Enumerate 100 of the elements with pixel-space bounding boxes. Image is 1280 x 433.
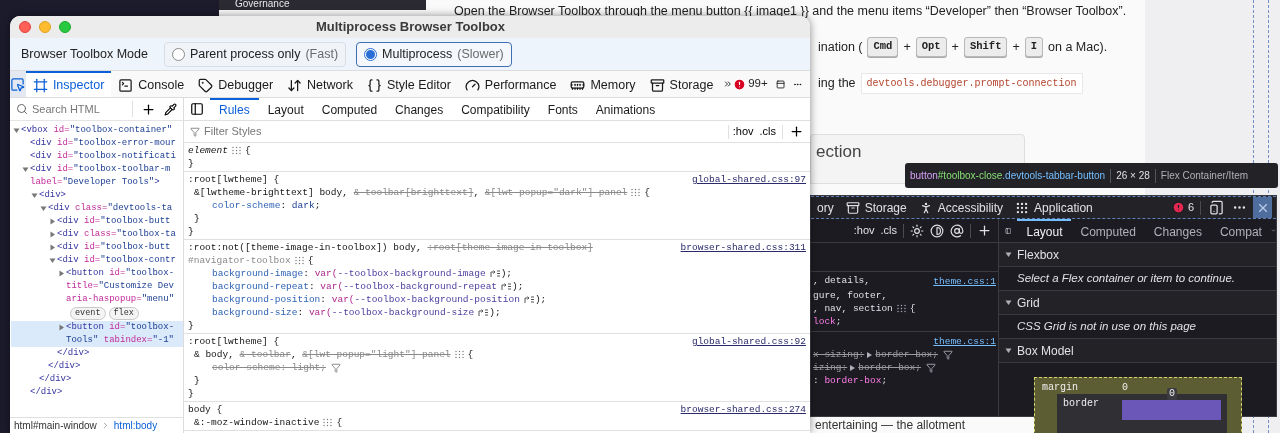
rules-panel-tab[interactable]: Layout xyxy=(258,98,313,120)
markup-badge[interactable]: flex xyxy=(108,307,139,320)
radio-button[interactable] xyxy=(171,47,185,61)
search-field[interactable]: Search HTML xyxy=(32,100,127,118)
jump-arrow-icon[interactable] xyxy=(478,308,490,317)
triangle-right-icon[interactable] xyxy=(57,324,65,331)
toolbox-tab[interactable]: Inspector xyxy=(25,71,112,97)
triangle-down-icon[interactable] xyxy=(12,127,20,134)
css-selector: { xyxy=(244,144,251,157)
markup-line: <vbox id="toolbox-container" xyxy=(21,124,173,138)
filter-icon[interactable] xyxy=(331,362,342,373)
grid-dots-icon[interactable] xyxy=(231,146,241,155)
error-count[interactable]: 99+ xyxy=(748,75,768,93)
devices-icon[interactable] xyxy=(1209,200,1224,215)
rules-panel-tab[interactable]: Fonts xyxy=(538,98,587,120)
filter-icon[interactable] xyxy=(925,363,936,374)
devtools-tab[interactable]: Storage xyxy=(839,197,913,218)
markup-line: <div id="toolbox-error-mour xyxy=(30,137,176,151)
triangle-down-icon[interactable] xyxy=(30,192,38,199)
mode-option[interactable]: Multiprocess (Slower) xyxy=(356,41,512,67)
section-header[interactable]: Grid xyxy=(999,291,1276,315)
devtools-tab[interactable]: ory xyxy=(811,197,840,218)
at-sign-icon[interactable] xyxy=(950,223,964,238)
devtools-tab[interactable]: Application xyxy=(1009,197,1099,218)
devtools-tab[interactable]: Accessibility xyxy=(912,197,1010,218)
triangle-down-icon[interactable] xyxy=(1005,299,1012,306)
markup-line: <div id="toolbox-butt xyxy=(57,215,171,229)
toolbox-tab[interactable]: Memory xyxy=(563,71,643,97)
triangle-right-icon[interactable] xyxy=(48,244,56,251)
css-declaration: : border-box; xyxy=(813,374,888,389)
css-selector: { xyxy=(467,348,474,361)
class-toggle[interactable]: .cls xyxy=(880,222,897,239)
triangle-right-icon[interactable] xyxy=(48,218,56,225)
filter-icon[interactable] xyxy=(943,350,954,361)
triangle-down-icon[interactable] xyxy=(1005,251,1012,258)
source-link[interactable]: theme.css:1 xyxy=(933,275,996,290)
element-size: 26 × 28 xyxy=(1115,169,1151,183)
grid-dots-icon[interactable] xyxy=(323,418,333,427)
breadcrumb[interactable]: html:body xyxy=(113,418,158,433)
toolbox-tab[interactable]: Debugger xyxy=(191,71,281,97)
element-picker-button[interactable] xyxy=(10,71,26,97)
eyedropper-icon[interactable] xyxy=(164,102,177,116)
css-selector: :root[lwtheme] { xyxy=(188,173,280,186)
jump-arrow-icon[interactable] xyxy=(501,282,513,291)
add-node-icon[interactable] xyxy=(141,101,156,117)
toolbox-tab[interactable]: Network xyxy=(280,71,360,97)
sun-icon[interactable] xyxy=(910,223,924,238)
sidebar-tab[interactable]: Computed xyxy=(1071,219,1145,242)
rules-panel-tab[interactable]: Rules xyxy=(210,98,259,120)
grid-dots-icon[interactable] xyxy=(896,304,906,314)
border-label: border xyxy=(1063,397,1100,411)
breadcrumb[interactable]: html#main-window xyxy=(14,418,97,433)
markup-line: aria-haspopup="menu" xyxy=(66,293,175,307)
radio-button[interactable] xyxy=(364,47,378,61)
sidebar-toggle-icon[interactable] xyxy=(190,102,204,116)
add-rule-icon[interactable] xyxy=(789,124,804,139)
error-count[interactable]: 6 xyxy=(1187,199,1194,216)
triangle-down-icon[interactable] xyxy=(21,166,29,173)
grid-dots-icon[interactable] xyxy=(454,350,464,359)
grid-dots-icon[interactable] xyxy=(631,188,641,197)
mode-option[interactable]: Parent process only (Fast) xyxy=(163,41,347,67)
source-link[interactable]: browser-shared.css:274 xyxy=(680,403,806,416)
half-circle-icon[interactable] xyxy=(930,223,944,238)
grid-dots-icon[interactable] xyxy=(294,256,304,265)
jump-arrow-icon[interactable] xyxy=(489,269,501,278)
close-button[interactable] xyxy=(1253,197,1272,218)
add-rule-icon[interactable] xyxy=(977,223,992,238)
menu-item[interactable]: Governance xyxy=(235,0,426,8)
close-window-button[interactable] xyxy=(19,21,31,33)
toolbox-tab[interactable]: Style Editor xyxy=(359,71,458,97)
triangle-down-icon[interactable] xyxy=(48,257,56,264)
triangle-right-icon[interactable] xyxy=(48,231,56,238)
rules-panel-tab[interactable]: Computed xyxy=(312,98,387,120)
toolbox-tab[interactable]: Performance xyxy=(457,71,564,97)
toolbox-tab[interactable]: Storage xyxy=(642,71,721,97)
sidebar-tab[interactable]: Compat xyxy=(1210,219,1271,242)
jump-arrow-icon[interactable] xyxy=(523,295,535,304)
section-header[interactable]: Flexbox xyxy=(999,243,1276,267)
markup-badge[interactable]: event xyxy=(70,307,106,320)
source-link[interactable]: browser-shared.css:311 xyxy=(680,241,806,254)
rules-panel-tab[interactable]: Changes xyxy=(386,98,453,120)
source-link[interactable]: global-shared.css:97 xyxy=(691,173,806,186)
css-declaration: border-box; xyxy=(858,361,921,376)
filter-field[interactable]: Filter Styles xyxy=(204,123,354,140)
section-header[interactable]: Box Model xyxy=(999,339,1276,363)
hover-toggle[interactable]: :hov xyxy=(853,222,875,239)
class-toggle[interactable]: .cls xyxy=(759,123,776,140)
triangle-down-icon[interactable] xyxy=(39,205,47,212)
toolbox-tab[interactable]: Console xyxy=(111,71,192,97)
hover-toggle[interactable]: :hov xyxy=(732,123,754,140)
triangle-down-icon[interactable] xyxy=(1005,347,1012,354)
document-text: + xyxy=(951,38,959,56)
rules-panel-tab[interactable]: Animations xyxy=(586,98,665,120)
rules-panel-tab[interactable]: Compatibility xyxy=(452,98,539,120)
source-link[interactable]: global-shared.css:92 xyxy=(691,335,806,348)
gauge-icon xyxy=(464,77,480,93)
keyboard-key: Opt xyxy=(915,37,947,57)
triangle-right-icon[interactable] xyxy=(57,270,65,277)
sidebar-tab[interactable]: Changes xyxy=(1144,219,1211,242)
source-link[interactable]: theme.css:1 xyxy=(933,335,996,349)
